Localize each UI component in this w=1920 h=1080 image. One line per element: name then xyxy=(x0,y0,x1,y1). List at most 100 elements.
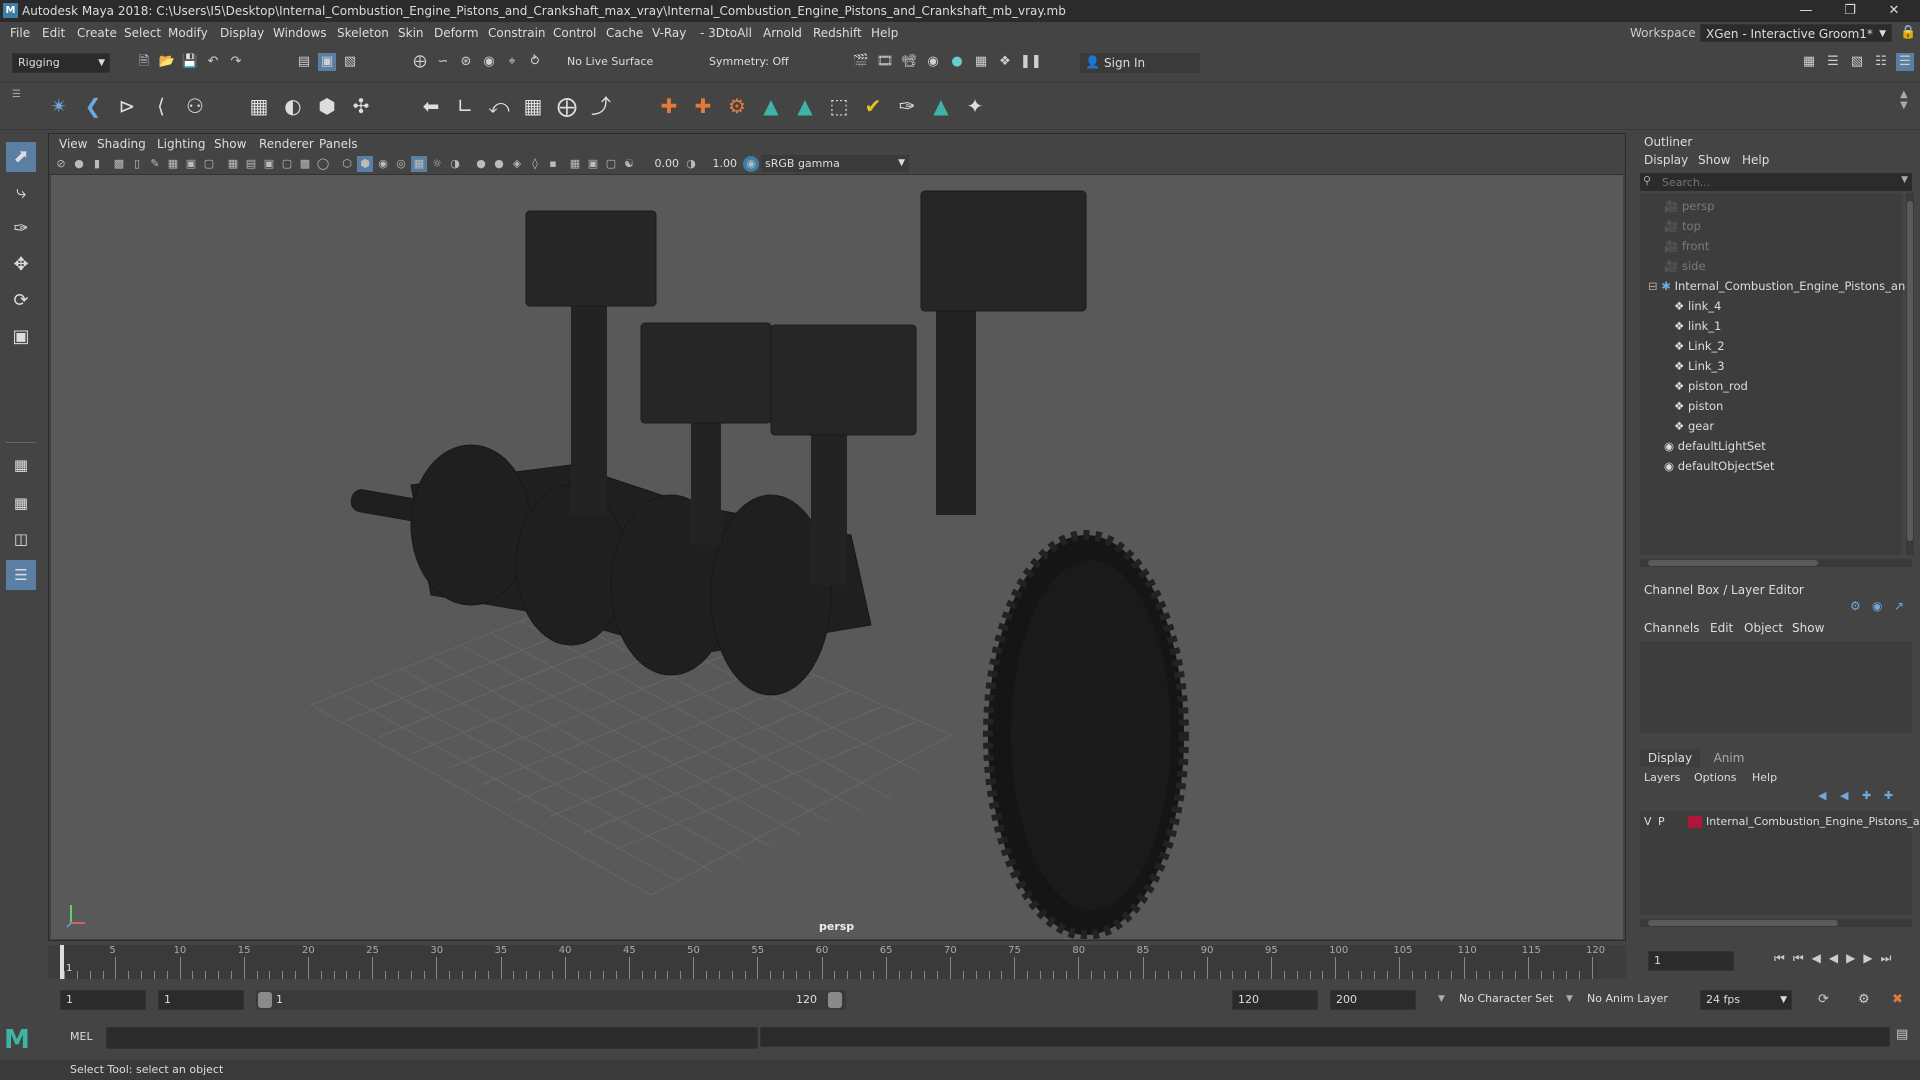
outliner-menu-show[interactable]: Show xyxy=(1698,153,1730,167)
shelf-scroll-icon[interactable]: ▲ ▼ xyxy=(1900,89,1914,125)
snap-surface-icon[interactable]: ⌖ xyxy=(503,53,521,71)
panel-menu-renderer[interactable]: Renderer xyxy=(259,137,314,151)
outliner-horizontal-scrollbar[interactable] xyxy=(1640,559,1912,567)
shadows-icon[interactable]: ◑ xyxy=(447,156,463,172)
quick-rig-icon[interactable]: ⚇ xyxy=(182,93,208,119)
point-constraint-icon[interactable]: ∟ xyxy=(452,93,478,119)
bookmarks-icon[interactable]: ▮ xyxy=(89,156,105,172)
empty-shelf-slot-icon[interactable]: ⬚ xyxy=(826,93,852,119)
new-layer-icon[interactable]: ✚ xyxy=(1862,789,1871,802)
render-ipr-icon[interactable]: 🎞 xyxy=(876,53,894,71)
auto-key-icon[interactable]: ⚙ xyxy=(1858,992,1870,1007)
select-tool-icon[interactable]: ⬈ xyxy=(6,142,36,172)
time-slider[interactable]: 1 5 10 15 20 25 30 35 40 45 50 55 60 65 70 75 80 85 90 95 1… xyxy=(48,945,1891,979)
scrollbar-thumb[interactable] xyxy=(1907,201,1913,541)
lock-icon[interactable]: 🔒 xyxy=(1900,25,1916,40)
menu-edit[interactable]: Edit xyxy=(42,26,65,40)
play-forwards-icon[interactable]: ▶ xyxy=(1846,951,1863,965)
scrollbar-thumb[interactable] xyxy=(1648,920,1838,926)
chevron-down-icon[interactable]: ▼ xyxy=(1438,994,1445,1004)
menu-cache[interactable]: Cache xyxy=(606,26,643,40)
loop-icon[interactable]: ⟳ xyxy=(1818,992,1829,1007)
grid-toggle-icon[interactable]: ▦ xyxy=(165,156,181,172)
collapse-icon[interactable]: ⊟ xyxy=(1648,279,1658,293)
outliner-menu-help[interactable]: Help xyxy=(1742,153,1769,167)
layer-name[interactable]: Internal_Combustion_Engine_Pistons_a xyxy=(1706,815,1920,828)
current-frame-field[interactable]: 1 xyxy=(1648,951,1734,971)
workspace-dropdown[interactable]: XGen - Interactive Groom1* ▼ xyxy=(1700,24,1892,42)
menu-constrain[interactable]: Constrain xyxy=(488,26,546,40)
channel-menu-channels[interactable]: Channels xyxy=(1644,621,1700,635)
tab-anim[interactable]: Anim xyxy=(1704,749,1754,767)
layer-horizontal-scrollbar[interactable] xyxy=(1640,919,1912,927)
menu-skeleton[interactable]: Skeleton xyxy=(337,26,389,40)
menu-deform[interactable]: Deform xyxy=(434,26,479,40)
wireframe-on-shaded-icon[interactable]: ⬡ xyxy=(339,156,355,172)
shelf-options-icon[interactable]: ☰ xyxy=(12,89,26,125)
locator-key-icon[interactable]: ✚ xyxy=(690,93,716,119)
time-ruler[interactable]: 1 5 10 15 20 25 30 35 40 45 50 55 60 65 70 75 80 85 90 95 1… xyxy=(60,945,1605,979)
minimize-icon[interactable]: — xyxy=(1786,0,1826,22)
layer-menu-options[interactable]: Options xyxy=(1694,771,1736,784)
mocap-retarget-icon[interactable]: ▲ xyxy=(792,93,818,119)
viewport-3d[interactable]: persp xyxy=(51,175,1623,939)
playback-end-field[interactable]: 120 xyxy=(1232,990,1318,1010)
open-scene-icon[interactable]: 📂 xyxy=(158,53,176,71)
tree-item-piston-rod[interactable]: ❖ piston_rod xyxy=(1674,379,1748,393)
safe-action-icon[interactable]: ▣ xyxy=(261,156,277,172)
menu-arnold[interactable]: Arnold xyxy=(763,26,802,40)
restore-icon[interactable]: ❐ xyxy=(1830,0,1870,22)
outliner-search[interactable]: ⚲ ▼ xyxy=(1640,173,1912,191)
step-back-key-icon[interactable]: ⏮ xyxy=(1793,951,1812,965)
range-bar[interactable]: 1 120 xyxy=(256,990,846,1010)
outliner-layout-icon[interactable]: ☰ xyxy=(6,560,36,590)
tree-item-top[interactable]: 🎥 top xyxy=(1664,219,1701,233)
tree-item-side[interactable]: 🎥 side xyxy=(1664,259,1706,273)
chevron-down-icon[interactable]: ▼ xyxy=(1566,994,1573,1004)
pin-tool-icon[interactable]: ✦ xyxy=(962,93,988,119)
vray-ipr-icon[interactable]: ❖ xyxy=(996,53,1014,71)
image-plane-icon[interactable]: ▩ xyxy=(111,156,127,172)
play-backwards-icon[interactable]: ◀ xyxy=(1829,951,1846,965)
panel-menu-view[interactable]: View xyxy=(59,137,87,151)
layer-row[interactable]: V P Internal_Combustion_Engine_Pistons_a xyxy=(1640,813,1920,831)
anim-layer-field[interactable]: No Anim Layer xyxy=(1582,990,1680,1010)
layer-visibility-toggle[interactable]: V xyxy=(1644,815,1652,828)
rotate-tool-icon[interactable]: ⟳ xyxy=(6,286,36,316)
menu-display[interactable]: Display xyxy=(220,26,264,40)
close-icon[interactable]: ✕ xyxy=(1874,0,1914,22)
field-chart-icon[interactable]: ▤ xyxy=(243,156,259,172)
xray-active-icon[interactable]: ▦ xyxy=(567,156,583,172)
go-to-end-icon[interactable]: ⏭ xyxy=(1881,951,1900,965)
mirror-joint-icon[interactable]: ⊳ xyxy=(114,93,140,119)
lattice-icon[interactable]: ⬢ xyxy=(314,93,340,119)
tree-item-light-set[interactable]: ◉ defaultLightSet xyxy=(1664,439,1766,453)
camera-select-icon[interactable]: ⊘ xyxy=(53,156,69,172)
gamma-field[interactable]: 1.00 xyxy=(701,156,738,172)
pole-vector-icon[interactable]: ⤴ xyxy=(588,93,614,119)
paint-weights-icon[interactable]: ◐ xyxy=(280,93,306,119)
tree-item-piston[interactable]: ❖ piston xyxy=(1674,399,1723,413)
motion-blur-icon[interactable]: ● xyxy=(491,156,507,172)
range-start-handle[interactable] xyxy=(258,992,272,1008)
vray-render-icon[interactable]: ▦ xyxy=(972,53,990,71)
colorspace-dropdown[interactable]: sRGB gamma ▼ xyxy=(761,155,909,172)
gate-mask-icon[interactable]: ▦ xyxy=(225,156,241,172)
render-view-icon[interactable]: ● xyxy=(948,53,966,71)
symmetry-dropdown[interactable]: Symmetry: Off xyxy=(704,53,804,73)
exposure-icon[interactable]: ☯ xyxy=(621,156,637,172)
tab-display[interactable]: Display xyxy=(1640,749,1700,767)
film-gate-icon[interactable]: ▣ xyxy=(183,156,199,172)
layer-playback-toggle[interactable]: P xyxy=(1658,815,1665,828)
menu-help[interactable]: Help xyxy=(871,26,898,40)
playback-start-field[interactable]: 1 xyxy=(158,990,244,1010)
move-tool-icon[interactable]: ✥ xyxy=(6,250,36,280)
menu-control[interactable]: Control xyxy=(553,26,596,40)
splitter-handle[interactable] xyxy=(1640,739,1912,745)
save-scene-icon[interactable]: 💾 xyxy=(181,53,199,71)
outliner-menu-display[interactable]: Display xyxy=(1644,153,1688,167)
parent-constraint-icon[interactable]: ⬅ xyxy=(418,93,444,119)
outliner-vertical-scrollbar[interactable] xyxy=(1906,193,1914,555)
hypershade-icon[interactable]: ◉ xyxy=(924,53,942,71)
tree-item-object-set[interactable]: ◉ defaultObjectSet xyxy=(1664,459,1775,473)
